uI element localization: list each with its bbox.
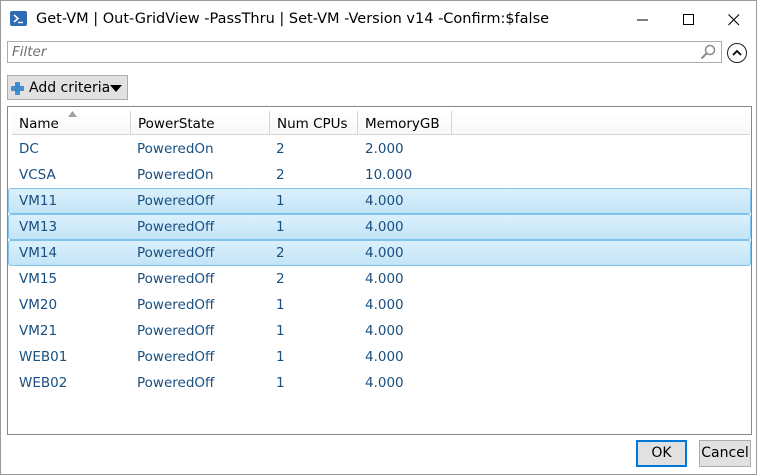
cell-powerstate: PoweredOff xyxy=(137,323,215,339)
title-bar[interactable]: Get-VM | Out-GridView -PassThru | Set-VM… xyxy=(1,1,756,39)
cell-memorygb: 4.000 xyxy=(365,193,404,209)
cell-powerstate: PoweredOff xyxy=(137,193,215,209)
dropdown-arrow-icon xyxy=(110,85,122,92)
column-header-memorygb[interactable]: MemoryGB xyxy=(358,111,452,135)
cell-numcpus: 1 xyxy=(276,219,285,235)
column-header-powerstate[interactable]: PowerState xyxy=(131,111,270,135)
plus-icon xyxy=(11,82,24,95)
cell-name: WEB02 xyxy=(19,375,68,391)
cell-numcpus: 1 xyxy=(276,323,285,339)
cell-powerstate: PoweredOff xyxy=(137,375,215,391)
cell-numcpus: 2 xyxy=(276,141,285,157)
cell-memorygb: 4.000 xyxy=(365,219,404,235)
cell-memorygb: 10.000 xyxy=(365,167,413,183)
cell-powerstate: PoweredOff xyxy=(137,245,215,261)
cell-name: VM13 xyxy=(19,219,58,235)
cell-memorygb: 4.000 xyxy=(365,323,404,339)
cell-numcpus: 1 xyxy=(276,193,285,209)
table-row[interactable]: VM11 PoweredOff 1 4.000 xyxy=(8,188,751,214)
cell-name: VCSA xyxy=(19,167,56,183)
column-header-label: PowerState xyxy=(138,116,215,132)
cell-name: WEB01 xyxy=(19,349,68,365)
cell-numcpus: 2 xyxy=(276,271,285,287)
chevron-up-icon xyxy=(732,49,742,56)
cell-memorygb: 4.000 xyxy=(365,297,404,313)
minimize-icon xyxy=(637,19,648,21)
cell-numcpus: 1 xyxy=(276,297,285,313)
filter-box xyxy=(7,41,722,63)
column-header-name[interactable]: Name xyxy=(12,111,131,135)
cancel-button[interactable]: Cancel xyxy=(699,440,751,467)
grid-body: DC PoweredOn 2 2.000 VCSA PoweredOn 2 10.000 VM1… xyxy=(8,136,751,396)
cell-numcpus: 2 xyxy=(276,245,285,261)
table-row[interactable]: VM21 PoweredOff 1 4.000 xyxy=(8,318,751,344)
cell-name: VM15 xyxy=(19,271,58,287)
cell-memorygb: 4.000 xyxy=(365,375,404,391)
table-row[interactable]: VCSA PoweredOn 2 10.000 xyxy=(8,162,751,188)
ok-button[interactable]: OK xyxy=(636,440,687,467)
cell-name: DC xyxy=(19,141,39,157)
cell-name: VM11 xyxy=(19,193,58,209)
close-button[interactable] xyxy=(711,1,757,39)
table-row[interactable]: VM13 PoweredOff 1 4.000 xyxy=(8,214,751,240)
column-header-filler xyxy=(452,111,750,135)
maximize-icon xyxy=(683,14,694,25)
window-title: Get-VM | Out-GridView -PassThru | Set-VM… xyxy=(36,11,550,27)
cell-memorygb: 4.000 xyxy=(365,349,404,365)
table-row[interactable]: VM15 PoweredOff 2 4.000 xyxy=(8,266,751,292)
table-row[interactable]: VM14 PoweredOff 2 4.000 xyxy=(8,240,751,266)
cell-numcpus: 1 xyxy=(276,349,285,365)
results-grid[interactable]: Name PowerState Num CPUs MemoryGB DC Powe… xyxy=(7,106,752,435)
cell-name: VM20 xyxy=(19,297,58,313)
column-header-numcpus[interactable]: Num CPUs xyxy=(270,111,358,135)
table-row[interactable]: VM20 PoweredOff 1 4.000 xyxy=(8,292,751,318)
close-icon xyxy=(728,14,740,26)
filter-input[interactable] xyxy=(8,42,698,62)
grid-header: Name PowerState Num CPUs MemoryGB xyxy=(12,111,750,135)
gridview-window: Get-VM | Out-GridView -PassThru | Set-VM… xyxy=(0,0,757,475)
column-header-label: Name xyxy=(19,116,59,132)
cell-powerstate: PoweredOff xyxy=(137,271,215,287)
collapse-filter-button[interactable] xyxy=(727,43,747,63)
table-row[interactable]: DC PoweredOn 2 2.000 xyxy=(8,136,751,162)
powershell-icon xyxy=(10,11,27,26)
cell-memorygb: 4.000 xyxy=(365,271,404,287)
cell-name: VM14 xyxy=(19,245,58,261)
column-header-label: MemoryGB xyxy=(365,116,440,132)
cell-powerstate: PoweredOff xyxy=(137,297,215,313)
cell-powerstate: PoweredOff xyxy=(137,219,215,235)
add-criteria-button[interactable]: Add criteria xyxy=(7,75,128,100)
sort-ascending-icon xyxy=(68,111,77,117)
maximize-button[interactable] xyxy=(666,1,712,39)
cell-memorygb: 4.000 xyxy=(365,245,404,261)
table-row[interactable]: WEB02 PoweredOff 1 4.000 xyxy=(8,370,751,396)
cell-powerstate: PoweredOn xyxy=(137,167,214,183)
cell-numcpus: 1 xyxy=(276,375,285,391)
cell-powerstate: PoweredOn xyxy=(137,141,214,157)
minimize-button[interactable] xyxy=(620,1,666,39)
cell-memorygb: 2.000 xyxy=(365,141,404,157)
cell-powerstate: PoweredOff xyxy=(137,349,215,365)
add-criteria-label: Add criteria xyxy=(29,80,111,96)
cell-numcpus: 2 xyxy=(276,167,285,183)
search-icon[interactable] xyxy=(699,44,717,60)
table-row[interactable]: WEB01 PoweredOff 1 4.000 xyxy=(8,344,751,370)
column-header-label: Num CPUs xyxy=(277,116,348,132)
cell-name: VM21 xyxy=(19,323,58,339)
